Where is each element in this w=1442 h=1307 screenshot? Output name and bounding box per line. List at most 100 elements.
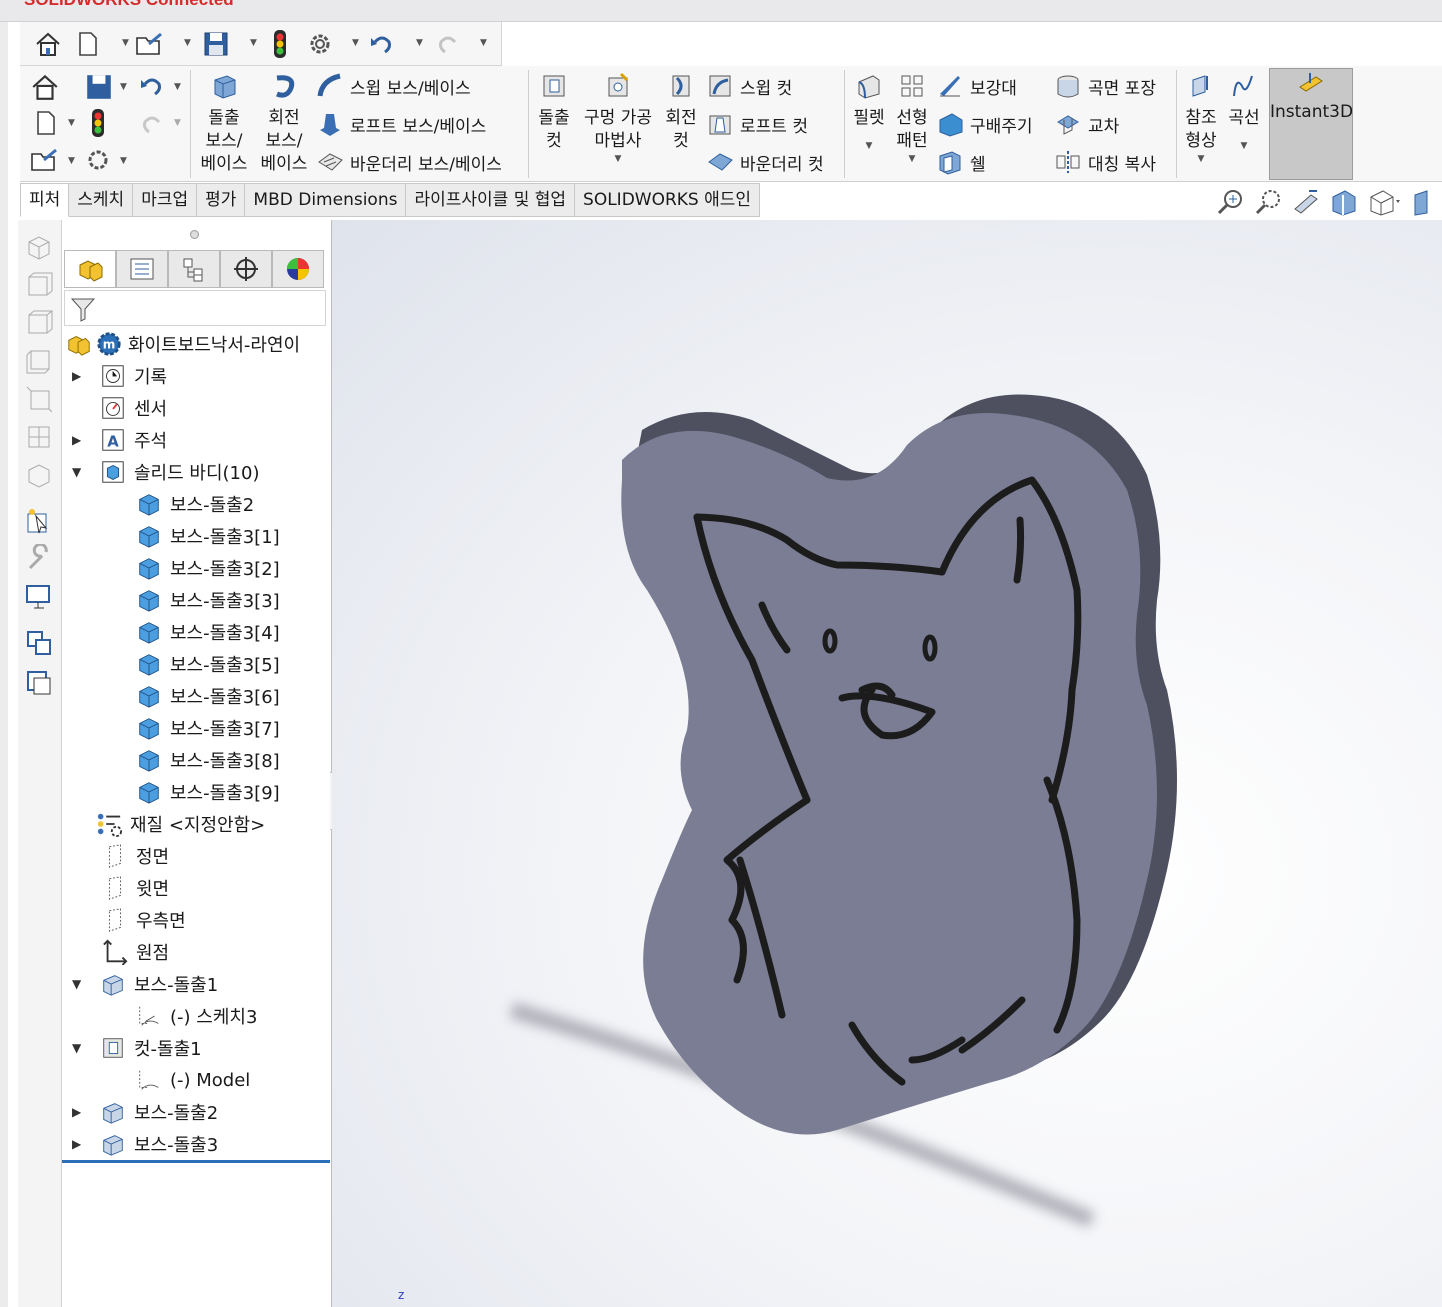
- wrench-icon[interactable]: [24, 544, 54, 574]
- tree-item-material[interactable]: 재질 <지정안함>: [96, 809, 265, 839]
- tab-lifecycle-collaboration[interactable]: 라이프사이클 및 협업: [406, 183, 576, 217]
- rollback-bar[interactable]: [62, 1160, 330, 1163]
- extruded-boss-button[interactable]: 돌출 보스/ 베이스: [196, 72, 252, 176]
- instant3d-button[interactable]: Instant3D: [1269, 68, 1353, 180]
- chevron-down-icon[interactable]: ▼: [120, 82, 130, 92]
- tab-configuration-manager[interactable]: [168, 250, 220, 288]
- chevron-down-icon[interactable]: ▼: [416, 38, 426, 48]
- rebuild-traffic-light-icon[interactable]: [264, 28, 296, 60]
- chevron-down-icon[interactable]: ▼: [184, 38, 194, 48]
- lofted-boss-button[interactable]: 로프트 보스/베이스: [316, 110, 486, 138]
- display-monitor-icon[interactable]: [24, 582, 54, 612]
- panel-grip[interactable]: [190, 230, 199, 239]
- tree-item-top-plane[interactable]: 윗면: [102, 873, 169, 903]
- fillet-button[interactable]: 필렛 ▼: [848, 72, 890, 162]
- tree-item-history[interactable]: ▶ 기록: [72, 361, 167, 391]
- cube-view-icon[interactable]: [24, 460, 54, 490]
- new-document-icon[interactable]: [32, 108, 60, 138]
- chevron-down-icon[interactable]: ▼: [174, 118, 184, 128]
- tree-item-solid-body[interactable]: 보스-돌출3[9]: [136, 777, 280, 807]
- open-icon[interactable]: [134, 28, 166, 60]
- tree-item-solid-body[interactable]: 보스-돌출3[5]: [136, 649, 280, 679]
- swept-boss-button[interactable]: 스윕 보스/베이스: [316, 72, 471, 100]
- chevron-down-icon[interactable]: ▼: [1180, 153, 1222, 165]
- chevron-down-icon[interactable]: ▼: [848, 130, 890, 162]
- tree-item-solid-body[interactable]: 보스-돌출3[2]: [136, 553, 280, 583]
- tree-item-boss-extrude2[interactable]: ▶ 보스-돌출2: [72, 1097, 218, 1127]
- cube-view-icon[interactable]: [24, 308, 54, 338]
- tree-item-solid-body[interactable]: 보스-돌출3[1]: [136, 521, 280, 551]
- tree-item-right-plane[interactable]: 우측면: [102, 905, 186, 935]
- tree-item-boss-extrude3[interactable]: ▶ 보스-돌출3: [72, 1129, 218, 1159]
- linear-pattern-button[interactable]: 선형 패턴 ▼: [892, 72, 932, 165]
- tab-evaluate[interactable]: 평가: [197, 183, 246, 217]
- rebuild-traffic-light-icon[interactable]: [88, 108, 108, 138]
- tree-item-solid-body[interactable]: 보스-돌출3[6]: [136, 681, 280, 711]
- tab-mbd-dimensions[interactable]: MBD Dimensions: [245, 183, 407, 217]
- redo-icon[interactable]: [432, 28, 464, 60]
- tree-item-solid-body[interactable]: 보스-돌출3[3]: [136, 585, 280, 615]
- open-icon[interactable]: [30, 146, 60, 176]
- tree-item-origin[interactable]: 원점: [102, 937, 169, 967]
- chevron-down-icon[interactable]: ▼: [1224, 130, 1264, 162]
- tree-item-front-plane[interactable]: 정면: [102, 841, 169, 871]
- zoom-to-fit-icon[interactable]: [1215, 187, 1245, 217]
- redo-icon[interactable]: [138, 110, 166, 138]
- tab-sketch[interactable]: 스케치: [69, 183, 134, 217]
- tree-item-solid-body[interactable]: 보스-돌출2: [136, 489, 254, 519]
- home-icon[interactable]: [30, 72, 60, 102]
- expand-arrow-icon[interactable]: ▶: [72, 1105, 86, 1119]
- chevron-down-icon[interactable]: ▼: [68, 118, 78, 128]
- zoom-area-icon[interactable]: [1253, 187, 1283, 217]
- home-icon[interactable]: [32, 28, 64, 60]
- tab-property-manager[interactable]: [116, 250, 168, 288]
- lofted-cut-button[interactable]: 로프트 컷: [706, 110, 808, 138]
- draft-button[interactable]: 구배주기: [936, 110, 1033, 138]
- options-gear-icon[interactable]: [84, 146, 114, 176]
- chevron-down-icon[interactable]: ▼: [120, 156, 130, 166]
- tree-filter-box[interactable]: [64, 290, 326, 326]
- undo-icon[interactable]: [366, 28, 398, 60]
- tree-item-boss-extrude1[interactable]: ▼ 보스-돌출1: [72, 969, 218, 999]
- save-icon[interactable]: [84, 72, 114, 102]
- boundary-cut-button[interactable]: 바운더리 컷: [706, 148, 824, 176]
- chevron-down-icon[interactable]: ▼: [174, 82, 184, 92]
- tree-part-root[interactable]: m 화이트보드낙서-라연이: [66, 329, 300, 359]
- tree-item-solid-body[interactable]: 보스-돌출3[4]: [136, 617, 280, 647]
- intersect-button[interactable]: 교차: [1054, 110, 1119, 138]
- chevron-down-icon[interactable]: ▼: [122, 38, 132, 48]
- tree-item-solid-body[interactable]: 보스-돌출3[8]: [136, 745, 280, 775]
- tree-item-solid-bodies[interactable]: ▼ 솔리드 바디(10): [72, 457, 259, 487]
- tree-item-cut-extrude1[interactable]: ▼ 컷-돌출1: [72, 1033, 202, 1063]
- tab-solidworks-addins[interactable]: SOLIDWORKS 애드인: [575, 183, 761, 217]
- options-gear-icon[interactable]: [304, 28, 336, 60]
- tab-markup[interactable]: 마크업: [133, 183, 198, 217]
- undo-icon[interactable]: [138, 72, 168, 102]
- expand-arrow-icon[interactable]: ▶: [72, 433, 86, 447]
- section-view-icon[interactable]: [1329, 187, 1359, 217]
- extruded-cut-button[interactable]: 돌출 컷: [532, 72, 576, 153]
- collapse-arrow-icon[interactable]: ▼: [72, 977, 86, 991]
- tree-item-model-sketch[interactable]: (-) Model: [136, 1065, 250, 1095]
- cube-view-icon[interactable]: [24, 384, 54, 414]
- new-document-icon[interactable]: [72, 28, 104, 60]
- view-orientation-icon[interactable]: [1367, 187, 1403, 217]
- tree-item-sketch3[interactable]: (-) 스케치3: [136, 1001, 257, 1031]
- swept-cut-button[interactable]: 스윕 컷: [706, 72, 792, 100]
- chevron-down-icon[interactable]: ▼: [892, 153, 932, 165]
- tab-dimxpert-manager[interactable]: [220, 250, 272, 288]
- expand-arrow-icon[interactable]: ▶: [72, 369, 86, 383]
- tree-item-annotations[interactable]: ▶ A 주석: [72, 425, 167, 455]
- chevron-down-icon[interactable]: ▼: [352, 38, 362, 48]
- tree-item-sensors[interactable]: 센서: [86, 393, 167, 423]
- revolved-cut-button[interactable]: 회전 컷: [660, 72, 702, 153]
- reference-geometry-button[interactable]: 참조 형상 ▼: [1180, 72, 1222, 165]
- cube-view-icon[interactable]: [24, 232, 54, 262]
- cascade-windows-icon[interactable]: [24, 668, 54, 698]
- collapse-arrow-icon[interactable]: ▼: [72, 465, 86, 479]
- tab-features[interactable]: 피처: [20, 183, 70, 217]
- save-icon[interactable]: [200, 28, 232, 60]
- cube-view-icon[interactable]: [24, 270, 54, 300]
- display-style-icon[interactable]: [1411, 187, 1431, 217]
- expand-arrow-icon[interactable]: ▶: [72, 1137, 86, 1151]
